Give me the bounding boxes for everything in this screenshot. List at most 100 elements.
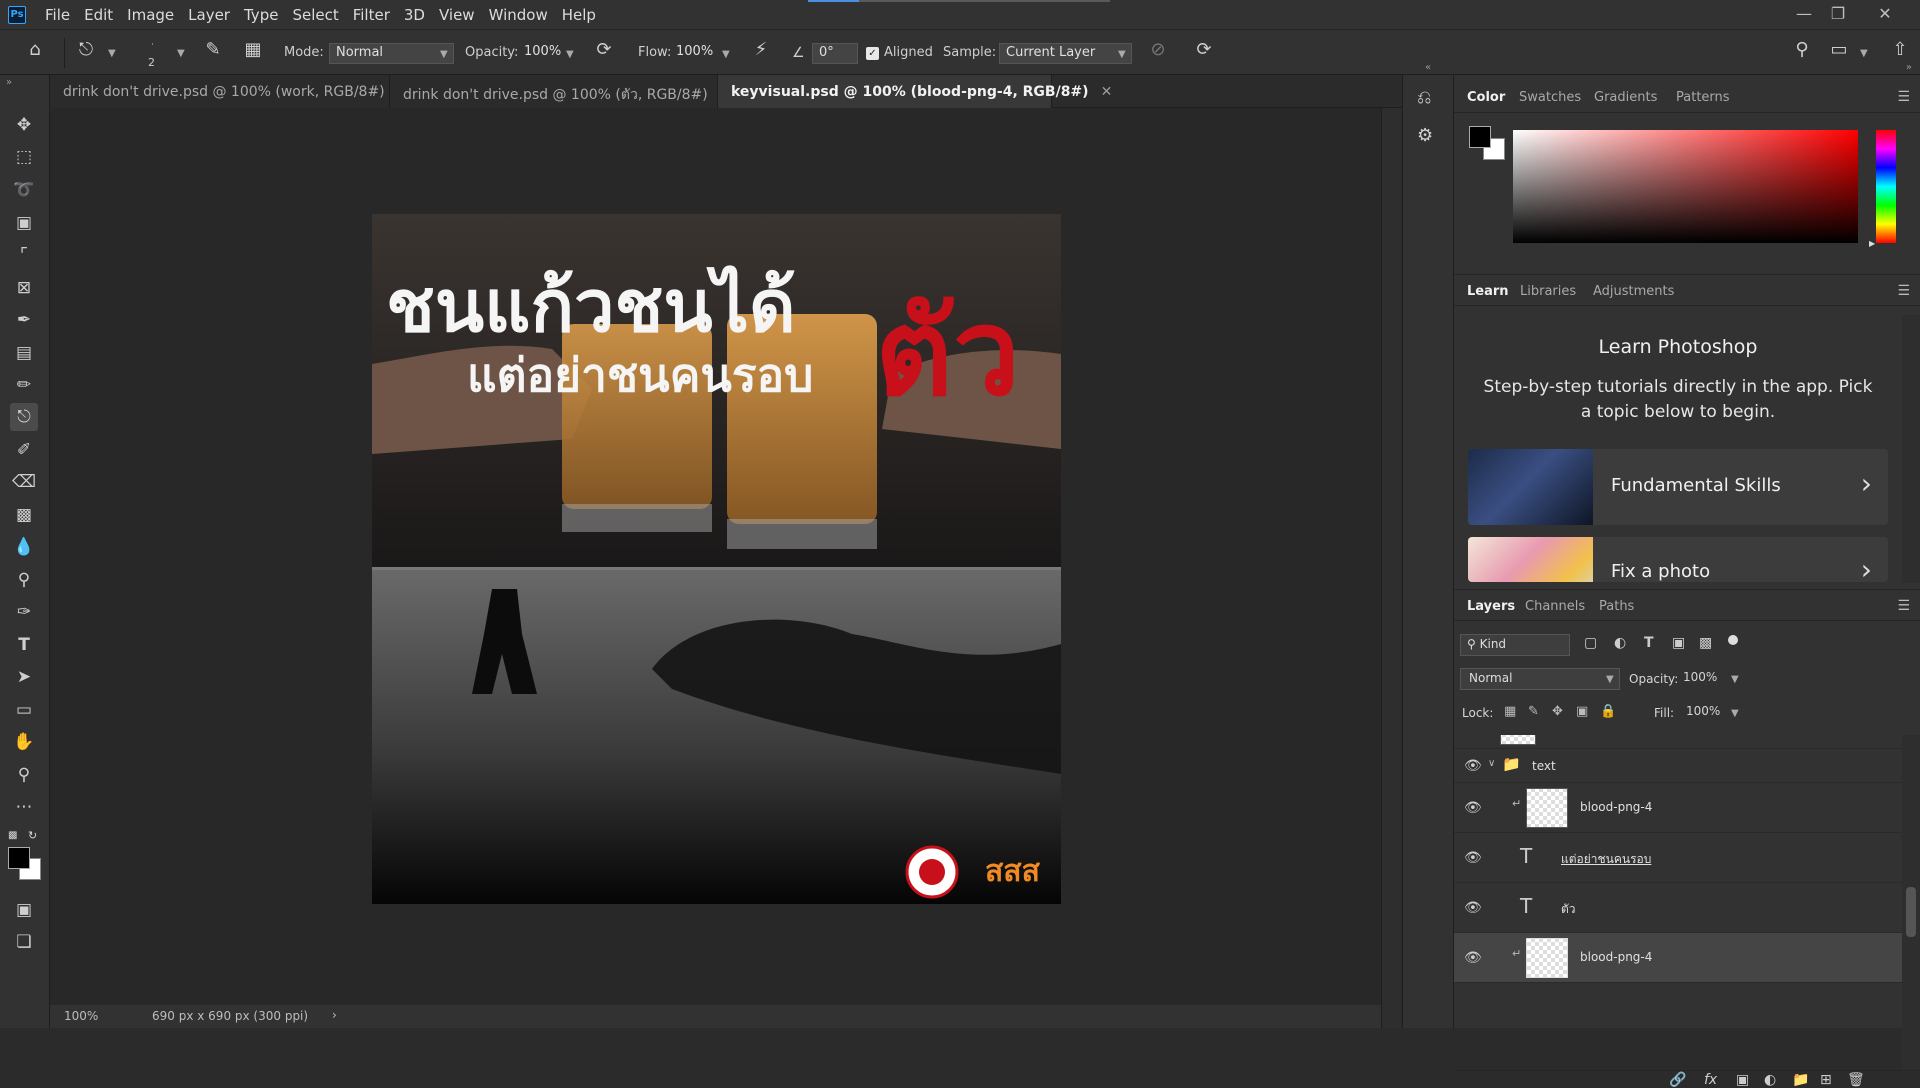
tab-layers[interactable]: Layers	[1467, 599, 1515, 614]
chevron-down-icon[interactable]: ▼	[1118, 49, 1126, 60]
quick-mask-icon[interactable]: ▣	[10, 896, 38, 924]
tab-gradients[interactable]: Gradients	[1594, 90, 1657, 105]
menu-layer[interactable]: Layer	[181, 6, 237, 24]
tab-channels[interactable]: Channels	[1525, 599, 1585, 614]
layer-row-group[interactable]: 👁 ∨ 📁 text	[1454, 749, 1902, 783]
zoom-tool-icon[interactable]: ⚲	[10, 761, 38, 789]
tab-work[interactable]: drink don't drive.psd @ 100% (work, RGB/…	[50, 75, 408, 108]
eye-icon[interactable]: 👁	[1464, 850, 1482, 866]
eye-icon[interactable]: 👁	[1464, 950, 1482, 966]
menu-help[interactable]: Help	[555, 6, 603, 24]
menu-edit[interactable]: Edit	[77, 6, 120, 24]
mode-select[interactable]: Normal	[329, 43, 454, 64]
filter-adjustment-icon[interactable]: ◐	[1614, 635, 1626, 651]
chevron-down-icon[interactable]: ∨	[1488, 758, 1495, 769]
ignore-adjustment-layers-icon[interactable]: ⊘	[1146, 39, 1170, 60]
tab-swatches[interactable]: Swatches	[1519, 90, 1581, 105]
collapse-icon[interactable]: «	[1425, 62, 1431, 73]
dodge-tool-icon[interactable]: ⚲	[10, 566, 38, 594]
expand-icon[interactable]: »	[1906, 62, 1912, 73]
object-selection-tool-icon[interactable]: ▣	[10, 209, 38, 237]
link-layers-icon[interactable]: 🔗	[1669, 1072, 1686, 1088]
chevron-down-icon[interactable]: ▼	[722, 49, 730, 60]
close-tab-icon[interactable]: ✕	[1101, 84, 1113, 100]
collapse-icon[interactable]: »	[6, 77, 12, 88]
pressure-size-icon[interactable]: ⟳	[1192, 39, 1216, 60]
restore-icon[interactable]: ❐	[1827, 3, 1849, 25]
swap-colors-icon[interactable]: ↻	[28, 829, 37, 842]
default-colors-icon[interactable]: ▩	[8, 830, 17, 841]
chevron-down-icon[interactable]: ▼	[108, 48, 116, 59]
layer-opacity-input[interactable]: 100%	[1679, 668, 1739, 690]
pen-tool-icon[interactable]: ✑	[10, 598, 38, 626]
crop-tool-icon[interactable]: ⌜	[10, 241, 38, 269]
layer-row-text[interactable]: 👁 T ตัว	[1454, 883, 1902, 933]
rectangle-tool-icon[interactable]: ▭	[10, 696, 38, 724]
filter-smart-object-icon[interactable]: ▩	[1699, 635, 1712, 651]
add-mask-icon[interactable]: ▣	[1736, 1072, 1749, 1088]
learn-scrollbar[interactable]	[1902, 315, 1920, 583]
zoom-level[interactable]: 100%	[64, 1009, 98, 1023]
filter-pixel-icon[interactable]: ▢	[1584, 635, 1597, 651]
filter-shape-icon[interactable]: ▣	[1672, 635, 1685, 651]
panel-menu-icon[interactable]: ☰	[1897, 283, 1910, 299]
layers-scrollbar[interactable]	[1902, 735, 1920, 1070]
home-icon[interactable]: ⌂	[20, 39, 50, 60]
menu-type[interactable]: Type	[237, 6, 285, 24]
chevron-down-icon[interactable]: ▼	[177, 48, 185, 59]
frame-tool-icon[interactable]: ⊠	[10, 274, 38, 302]
lock-artboard-icon[interactable]: ▣	[1576, 704, 1588, 719]
opacity-input[interactable]: 100%	[518, 43, 561, 64]
chevron-down-icon[interactable]: ▼	[440, 49, 448, 60]
share-icon[interactable]: ⇧	[1888, 39, 1912, 60]
chevron-down-icon[interactable]: ▼	[566, 49, 574, 60]
panel-menu-icon[interactable]: ☰	[1897, 89, 1910, 105]
eyedropper-tool-icon[interactable]: ✒	[10, 306, 38, 334]
new-layer-icon[interactable]: ⊞	[1820, 1072, 1832, 1088]
foreground-color-swatch[interactable]	[1469, 126, 1491, 148]
eye-icon[interactable]: 👁	[1464, 758, 1482, 774]
new-group-icon[interactable]: 📁	[1792, 1072, 1809, 1088]
tab-learn[interactable]: Learn	[1467, 284, 1509, 299]
chevron-down-icon[interactable]: ▼	[1731, 674, 1739, 685]
learn-card-fix-a-photo[interactable]: Fix a photo ›	[1468, 537, 1888, 582]
hue-slider[interactable]	[1876, 130, 1896, 243]
properties-panel-icon[interactable]: ⚙	[1417, 125, 1433, 146]
canvas-scrollbar[interactable]	[1381, 108, 1401, 1028]
chevron-down-icon[interactable]: ▼	[1731, 708, 1739, 719]
menu-file[interactable]: File	[38, 6, 77, 24]
lock-all-icon[interactable]: 🔒	[1600, 704, 1616, 719]
close-window-icon[interactable]: ✕	[1874, 3, 1896, 25]
aligned-checkbox[interactable]: ✓	[866, 47, 879, 60]
chevron-down-icon[interactable]: ▼	[1860, 48, 1868, 59]
history-brush-tool-icon[interactable]: ✐	[10, 436, 38, 464]
tab-tua[interactable]: drink don't drive.psd @ 100% (ตัว, RGB/8…	[390, 75, 731, 108]
eye-icon[interactable]: 👁	[1464, 800, 1482, 816]
menu-window[interactable]: Window	[482, 6, 555, 24]
menu-filter[interactable]: Filter	[346, 6, 397, 24]
layer-filter-kind[interactable]: ⚲ Kind	[1460, 634, 1570, 656]
sample-select[interactable]: Current Layer	[999, 43, 1132, 64]
menu-image[interactable]: Image	[120, 6, 181, 24]
marquee-tool-icon[interactable]: ⬚	[10, 143, 38, 171]
pressure-opacity-icon[interactable]: ⟳	[592, 39, 616, 60]
eraser-tool-icon[interactable]: ⌫	[10, 468, 38, 496]
hue-slider-handle[interactable]: ▶	[1869, 239, 1875, 248]
chevron-down-icon[interactable]: ▼	[1606, 674, 1614, 685]
path-selection-tool-icon[interactable]: ➤	[10, 663, 38, 691]
flow-input[interactable]: 100%	[670, 43, 713, 64]
layer-row-image[interactable]: 👁 ↵ blood-png-4	[1454, 783, 1902, 833]
airbrush-icon[interactable]: ⚡	[748, 39, 774, 60]
document-canvas[interactable]: ชนแก้วชนได้ แต่อย่าชนคนรอบ ตัว สสส	[372, 214, 1061, 904]
color-picker-field[interactable]	[1513, 130, 1858, 243]
fx-icon[interactable]: fx	[1704, 1072, 1717, 1088]
lasso-tool-icon[interactable]: ➰	[10, 176, 38, 204]
gradient-tool-icon[interactable]: ▩	[10, 501, 38, 529]
tab-color[interactable]: Color	[1467, 90, 1505, 105]
clone-source-icon[interactable]: ▦	[241, 39, 265, 60]
menu-select[interactable]: Select	[285, 6, 345, 24]
chevron-right-icon[interactable]: ›	[332, 1008, 337, 1022]
healing-brush-tool-icon[interactable]: ▤	[10, 339, 38, 367]
workspace-icon[interactable]: ▭	[1827, 39, 1851, 60]
delete-layer-icon[interactable]: 🗑	[1847, 1072, 1865, 1088]
